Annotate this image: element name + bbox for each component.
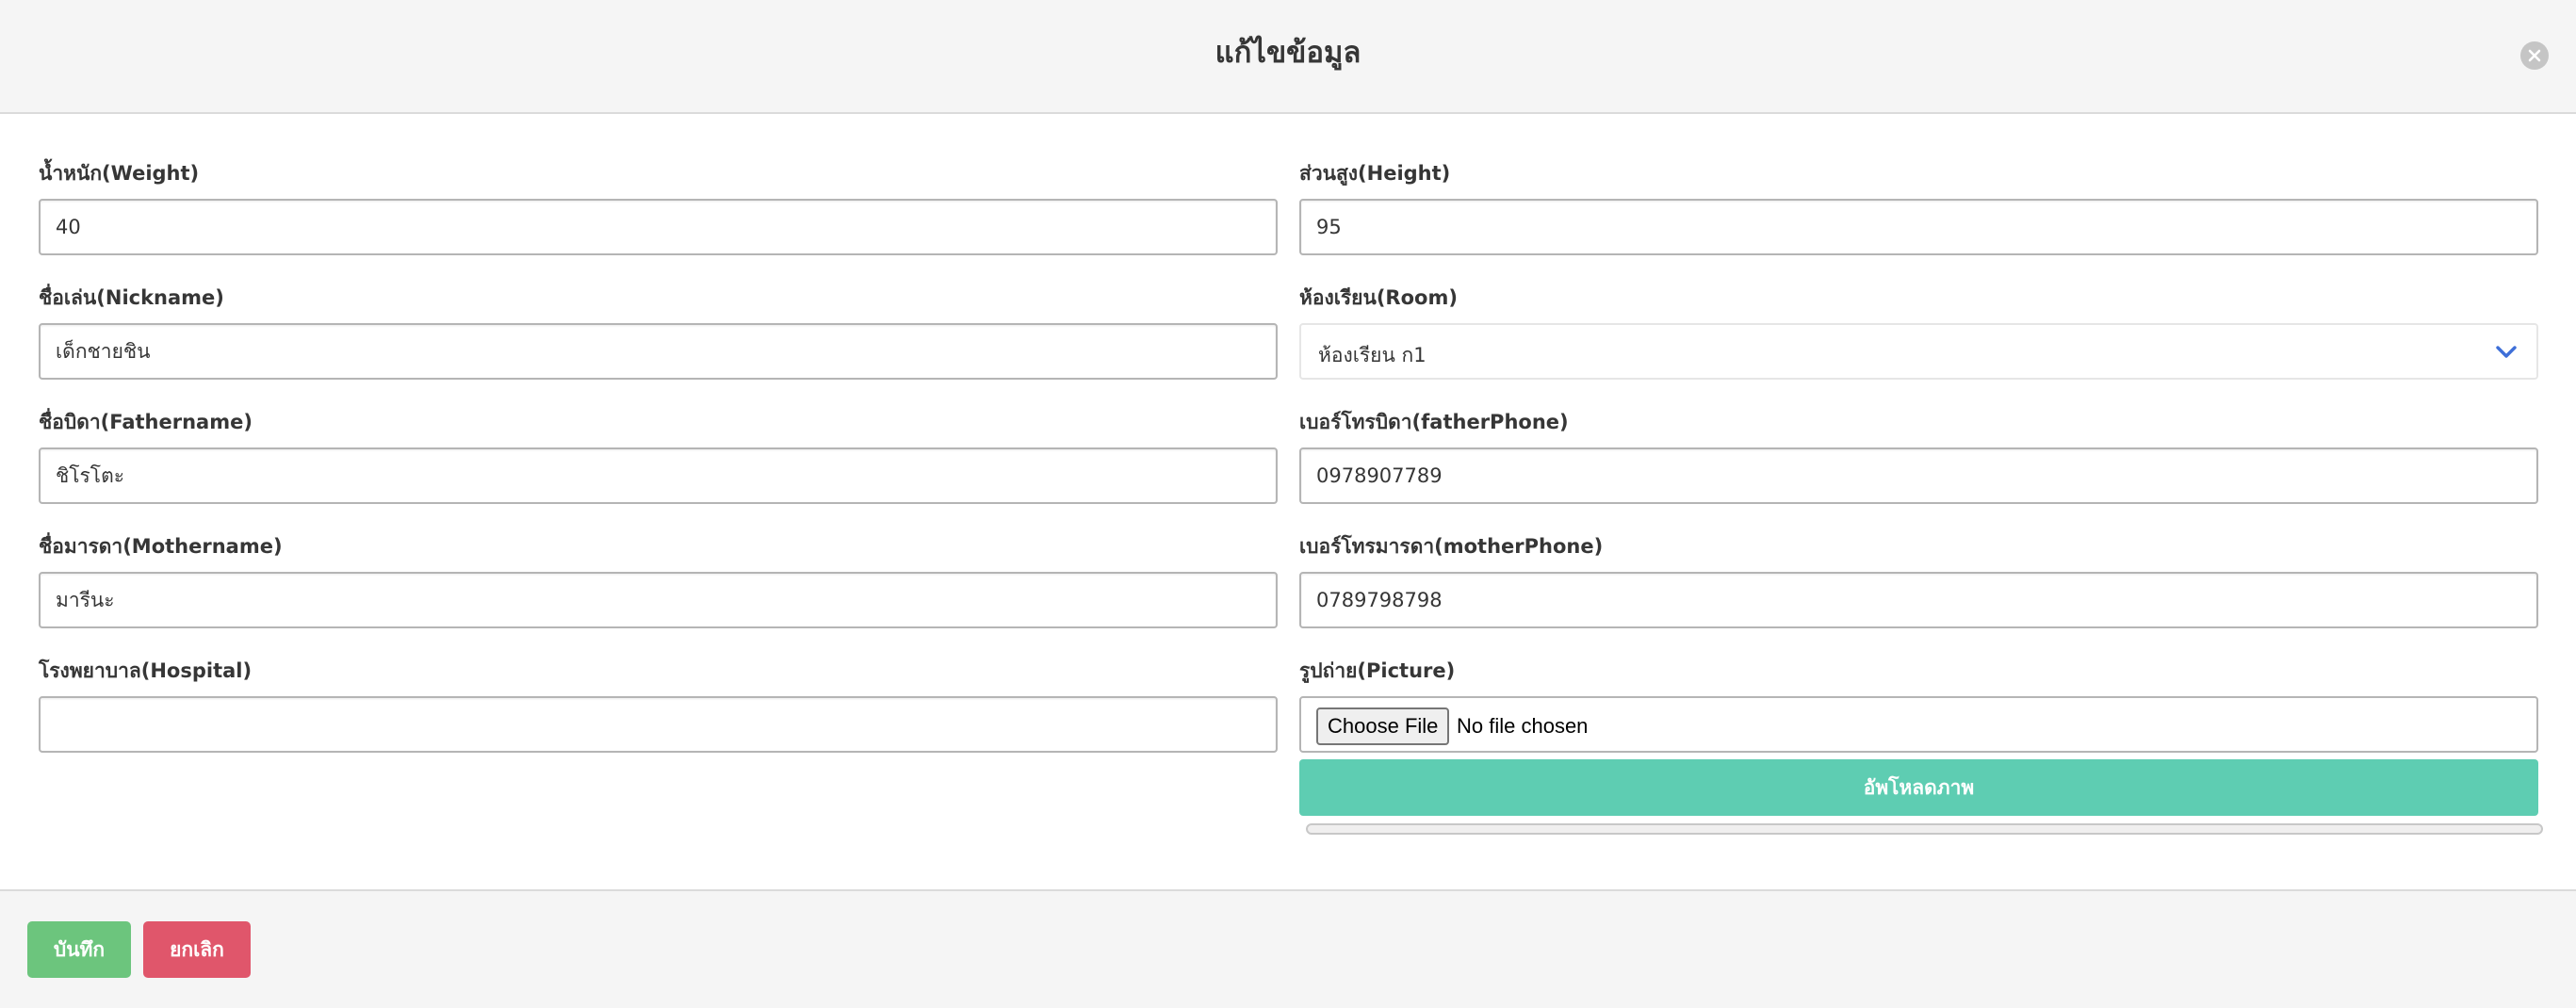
- close-icon: [2528, 49, 2541, 62]
- father-phone-input[interactable]: [1299, 447, 2538, 504]
- nickname-label: ชื่อเล่น(Nickname): [39, 286, 224, 309]
- mothername-input[interactable]: [39, 572, 1278, 628]
- upload-image-button[interactable]: อัพโหลดภาพ: [1299, 759, 2538, 816]
- room-selected-value: ห้องเรียน ก1: [1318, 344, 1427, 366]
- room-select[interactable]: ห้องเรียน ก1: [1299, 323, 2538, 380]
- upload-progress-bar: [1306, 823, 2543, 835]
- dialog-title: แก้ไขข้อมูล: [1215, 36, 1361, 70]
- chevron-down-icon: [2496, 346, 2517, 358]
- close-button[interactable]: [2520, 41, 2549, 70]
- father-phone-label: เบอร์โทรบิดา(fatherPhone): [1299, 411, 1569, 433]
- mothername-label: ชื่อมารดา(Mothername): [39, 535, 283, 558]
- height-label: ส่วนสูง(Height): [1299, 162, 1451, 185]
- fathername-input[interactable]: [39, 447, 1278, 504]
- height-input[interactable]: [1299, 199, 2538, 255]
- mother-phone-label: เบอร์โทรมารดา(motherPhone): [1299, 535, 1604, 558]
- weight-input[interactable]: [39, 199, 1278, 255]
- cancel-button[interactable]: ยกเลิก: [143, 921, 251, 978]
- picture-label: รูปถ่าย(Picture): [1299, 659, 1456, 682]
- hospital-label: โรงพยาบาล(Hospital): [39, 659, 253, 682]
- mother-phone-input[interactable]: [1299, 572, 2538, 628]
- weight-label: น้ำหนัก(Weight): [39, 162, 200, 185]
- fathername-label: ชื่อบิดา(Fathername): [39, 411, 253, 433]
- edit-dialog: แก้ไขข้อมูล น้ำหนัก(Weight) ส่วนสูง(Heig…: [0, 0, 2576, 1008]
- dialog-header: แก้ไขข้อมูล: [0, 0, 2576, 114]
- hospital-input[interactable]: [39, 696, 1278, 753]
- picture-file-input[interactable]: Choose File No file chosen: [1299, 696, 2538, 753]
- dialog-footer: บันทึก ยกเลิก: [0, 889, 2576, 1008]
- room-label: ห้องเรียน(Room): [1299, 286, 1458, 309]
- choose-file-button[interactable]: Choose File: [1316, 707, 1450, 745]
- save-button[interactable]: บันทึก: [27, 921, 131, 978]
- nickname-input[interactable]: [39, 323, 1278, 380]
- file-status-text: No file chosen: [1457, 714, 1589, 738]
